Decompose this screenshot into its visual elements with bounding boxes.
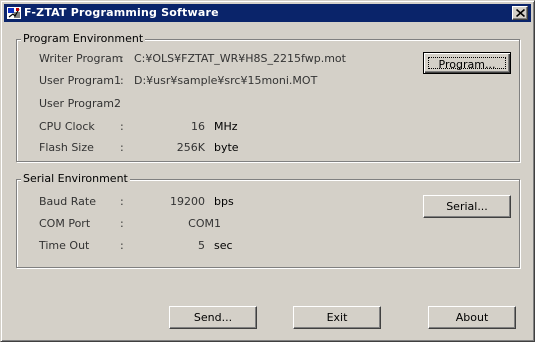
time-out-unit: sec <box>214 239 233 252</box>
main-window: F-ZTAT Programming Software Program Envi… <box>0 0 535 342</box>
close-icon <box>516 9 525 17</box>
writer-program-label: Writer Program <box>39 52 123 65</box>
user-program1-value: D:¥usr¥sample¥src¥15moni.MOT <box>134 74 318 87</box>
about-button[interactable]: About <box>428 306 516 329</box>
serial-button[interactable]: Serial... <box>423 195 511 218</box>
app-icon[interactable] <box>6 5 22 21</box>
cpu-clock-colon: : <box>120 120 124 133</box>
baud-rate-colon: : <box>120 195 124 208</box>
flash-size-colon: : <box>120 141 124 154</box>
title-bar[interactable]: F-ZTAT Programming Software <box>4 4 531 22</box>
serial-environment-group: Serial Environment Baud Rate : 19200 bps… <box>16 172 520 268</box>
close-button[interactable] <box>512 6 528 20</box>
program-environment-group: Program Environment Writer Program : C:¥… <box>16 32 520 162</box>
program-button[interactable]: Program... <box>423 52 511 74</box>
baud-rate-unit: bps <box>214 195 234 208</box>
send-button[interactable]: Send... <box>169 306 257 329</box>
user-program1-label: User Program1 <box>39 74 121 87</box>
baud-rate-value: 19200 <box>170 195 205 208</box>
flash-size-value: 256K <box>176 141 205 154</box>
program-button-label: Program... <box>428 57 506 71</box>
exit-button[interactable]: Exit <box>293 306 381 329</box>
time-out-colon: : <box>120 239 124 252</box>
writer-program-value: C:¥OLS¥FZTAT_WR¥H8S_2215fwp.mot <box>134 52 346 65</box>
writer-program-colon: : <box>120 52 124 65</box>
com-port-label: COM Port <box>39 217 91 230</box>
time-out-label: Time Out <box>39 239 90 252</box>
cpu-clock-unit: MHz <box>214 120 238 133</box>
program-environment-legend: Program Environment <box>21 32 146 46</box>
flash-size-unit: byte <box>214 141 239 154</box>
com-port-value: COM1 <box>188 217 221 230</box>
time-out-value: 5 <box>198 239 205 252</box>
com-port-colon: : <box>120 217 124 230</box>
user-program1-colon: : <box>120 74 124 87</box>
serial-environment-legend: Serial Environment <box>21 172 130 186</box>
cpu-clock-value: 16 <box>191 120 205 133</box>
baud-rate-label: Baud Rate <box>39 195 96 208</box>
user-program2-label: User Program2 <box>39 97 121 110</box>
window-title: F-ZTAT Programming Software <box>24 6 219 19</box>
flash-size-label: Flash Size <box>39 141 94 154</box>
cpu-clock-label: CPU Clock <box>39 120 95 133</box>
